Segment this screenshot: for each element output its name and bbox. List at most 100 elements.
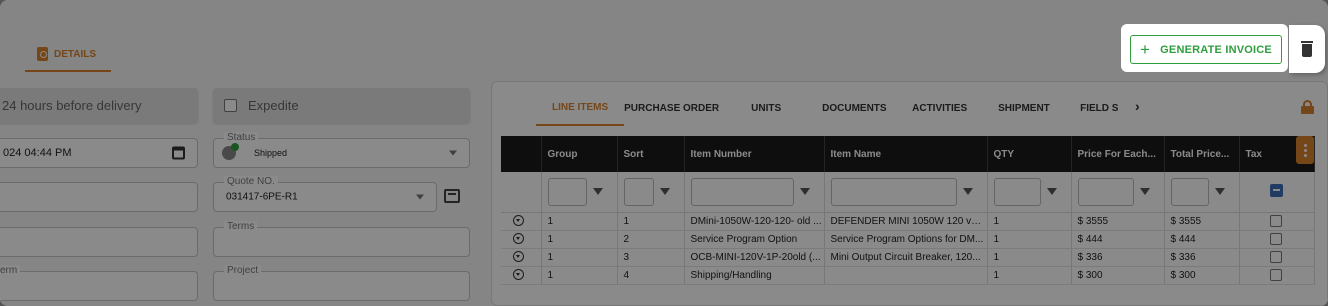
cell-total: $ 300 <box>1164 266 1240 285</box>
cell-item-number: DMini-1050W-120-120- old ... <box>684 212 825 231</box>
project-field[interactable]: Project <box>213 265 470 301</box>
table-row[interactable]: 1 4 Shipping/Handling 1 $ 300 $ 300 <box>501 266 1315 285</box>
date-value: 024 04:44 PM <box>3 147 72 159</box>
filter-row <box>501 172 1315 213</box>
filter-input[interactable] <box>1170 177 1209 206</box>
column-header[interactable]: Sort <box>617 136 685 172</box>
filter-icon[interactable] <box>962 188 973 196</box>
trash-icon <box>1300 41 1314 57</box>
terms-label: Terms <box>224 221 258 232</box>
more-options-icon[interactable] <box>1296 136 1314 164</box>
column-header[interactable]: Group <box>541 136 618 172</box>
filter-icon[interactable] <box>1214 188 1225 196</box>
tax-checkbox[interactable] <box>1269 269 1282 281</box>
tab-units[interactable]: UNITS <box>751 91 822 126</box>
quote-no-value: 031417-6PE-R1 <box>226 191 298 203</box>
cell-total: $ 444 <box>1164 230 1240 249</box>
delivery-note-text: 24 hours before delivery <box>2 98 142 113</box>
tab-activities[interactable]: ACTIVITIES <box>912 91 998 126</box>
cell-qty: 1 <box>987 248 1072 267</box>
cell-price: $ 300 <box>1071 266 1165 285</box>
expedite-label: Expedite <box>248 98 299 113</box>
line-items-table: Group Sort Item Number Item Name QTY Pri… <box>501 136 1315 285</box>
filter-icon[interactable] <box>659 188 670 196</box>
cell-group: 1 <box>541 266 618 285</box>
cell-qty: 1 <box>987 230 1072 249</box>
table-row[interactable]: 1 1 DMini-1050W-120-120- old ... DEFENDE… <box>501 212 1315 231</box>
cell-qty: 1 <box>987 266 1072 285</box>
expand-row-icon[interactable] <box>513 215 524 227</box>
cell-item-number: Shipping/Handling <box>684 266 825 285</box>
column-header[interactable]: Item Number <box>684 136 825 172</box>
chevron-down-icon <box>416 194 424 200</box>
document-search-icon <box>37 47 48 61</box>
column-header-expand <box>501 136 542 172</box>
plus-icon: + <box>1140 40 1151 59</box>
generate-invoice-button[interactable]: + GENERATE INVOICE <box>1130 35 1282 64</box>
expedite-toggle[interactable]: Expedite <box>213 88 470 123</box>
filter-input[interactable] <box>547 177 587 206</box>
cell-group: 1 <box>541 212 618 231</box>
cell-item-name: Mini Output Circuit Breaker, 120... <box>824 248 988 267</box>
table-row[interactable]: 1 2 Service Program Option Service Progr… <box>501 230 1315 249</box>
filter-icon[interactable] <box>592 188 603 196</box>
filter-icon[interactable] <box>1046 188 1057 196</box>
tab-shipment[interactable]: SHIPMENT <box>998 91 1080 126</box>
cell-group: 1 <box>541 248 618 267</box>
tab-field-service[interactable]: FIELD S <box>1080 91 1126 126</box>
status-label: Status <box>224 132 259 143</box>
filter-input[interactable] <box>690 177 794 206</box>
column-header[interactable]: QTY <box>987 136 1072 172</box>
tab-documents[interactable]: DOCUMENTS <box>822 91 912 126</box>
delete-button[interactable] <box>1289 25 1325 73</box>
quote-list-icon[interactable] <box>444 189 460 203</box>
date-field[interactable]: 024 04:44 PM <box>0 138 198 168</box>
filter-input[interactable] <box>623 177 654 206</box>
expedite-checkbox[interactable] <box>224 99 237 112</box>
column-header[interactable]: Total Price... <box>1164 136 1240 172</box>
cell-sort: 1 <box>617 212 685 231</box>
column-header[interactable]: Price For Each... <box>1071 136 1165 172</box>
tab-purchase-order[interactable]: PURCHASE ORDER <box>624 91 751 126</box>
app-frame: DETAILS 24 hours before delivery Expedit… <box>0 0 1328 306</box>
expand-row-icon[interactable] <box>513 251 524 263</box>
left-empty-field-2[interactable] <box>0 227 198 257</box>
status-value: Shipped <box>254 148 288 158</box>
tax-checkbox[interactable] <box>1269 251 1282 263</box>
cell-item-name: Service Program Options for DM... <box>824 230 988 249</box>
shipped-status-icon <box>222 143 239 160</box>
detail-tabs: LINE ITEMS PURCHASE ORDER UNITS DOCUMENT… <box>536 91 1126 126</box>
lock-icon[interactable] <box>1301 100 1314 114</box>
expand-row-icon[interactable] <box>513 233 524 245</box>
expand-row-icon[interactable] <box>513 269 524 281</box>
cell-item-name <box>824 266 988 285</box>
term-field[interactable]: erm <box>0 265 198 301</box>
select-all-checkbox[interactable] <box>1269 183 1283 197</box>
filter-icon[interactable] <box>799 188 810 196</box>
cell-sort: 2 <box>617 230 685 249</box>
filter-input[interactable] <box>993 177 1041 206</box>
tab-details-label: DETAILS <box>54 48 97 60</box>
cell-item-number: OCB-MINI-120V-1P-20old (... <box>684 248 825 267</box>
terms-field[interactable]: Terms <box>213 221 470 257</box>
cell-total: $ 336 <box>1164 248 1240 267</box>
filter-input[interactable] <box>830 177 957 206</box>
status-select[interactable]: Status Shipped <box>213 132 470 168</box>
filter-icon[interactable] <box>1139 188 1150 196</box>
tax-checkbox[interactable] <box>1269 215 1282 227</box>
tab-line-items[interactable]: LINE ITEMS <box>536 91 625 126</box>
table-row[interactable]: 1 3 OCB-MINI-120V-1P-20old (... Mini Out… <box>501 248 1315 267</box>
tab-details[interactable]: DETAILS <box>25 38 111 72</box>
cell-price: $ 3555 <box>1071 212 1165 231</box>
cell-qty: 1 <box>987 212 1072 231</box>
quote-no-select[interactable]: Quote NO. 031417-6PE-R1 <box>213 176 437 212</box>
delivery-note-field[interactable]: 24 hours before delivery <box>0 88 198 123</box>
table-header-row: Group Sort Item Number Item Name QTY Pri… <box>501 136 1315 172</box>
calendar-icon[interactable] <box>172 146 185 160</box>
left-empty-field-1[interactable] <box>0 182 198 212</box>
tax-checkbox[interactable] <box>1269 233 1282 245</box>
filter-input[interactable] <box>1077 177 1134 206</box>
chevron-right-icon[interactable]: › <box>1135 98 1140 114</box>
term-label: erm <box>0 265 21 276</box>
column-header[interactable]: Item Name <box>824 136 988 172</box>
